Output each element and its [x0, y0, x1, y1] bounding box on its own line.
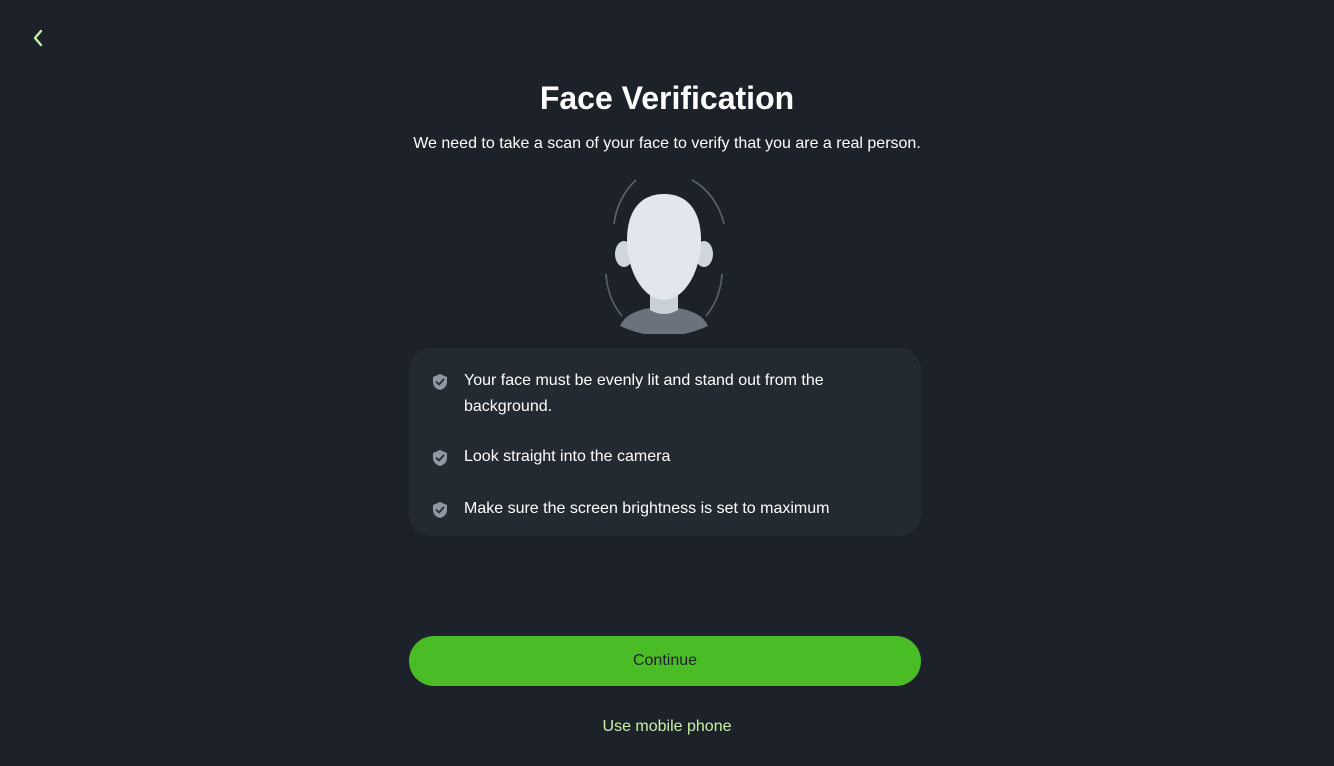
face-verification-page: Face Verification We need to take a scan… — [0, 0, 1334, 766]
use-mobile-phone-link[interactable]: Use mobile phone — [0, 716, 1334, 738]
tip-text: Look straight into the camera — [464, 448, 671, 465]
shield-check-icon — [431, 501, 449, 519]
tip-text: Your face must be evenly lit and stand o… — [464, 372, 824, 415]
shield-check-icon — [431, 449, 449, 467]
back-button[interactable] — [24, 26, 52, 54]
chevron-left-icon — [31, 28, 45, 53]
shield-check-icon — [431, 373, 449, 391]
tip-text: Make sure the screen brightness is set t… — [464, 500, 830, 517]
page-title: Face Verification — [539, 80, 795, 116]
continue-button[interactable]: Continue — [409, 636, 921, 686]
tip-item: Your face must be evenly lit and stand o… — [431, 372, 881, 420]
face-scan-icon — [600, 176, 728, 336]
page-subtitle: We need to take a scan of your face to v… — [413, 135, 921, 152]
tip-item: Make sure the screen brightness is set t… — [431, 500, 881, 522]
tips-card: Your face must be evenly lit and stand o… — [409, 348, 921, 536]
tip-item: Look straight into the camera — [431, 448, 881, 470]
